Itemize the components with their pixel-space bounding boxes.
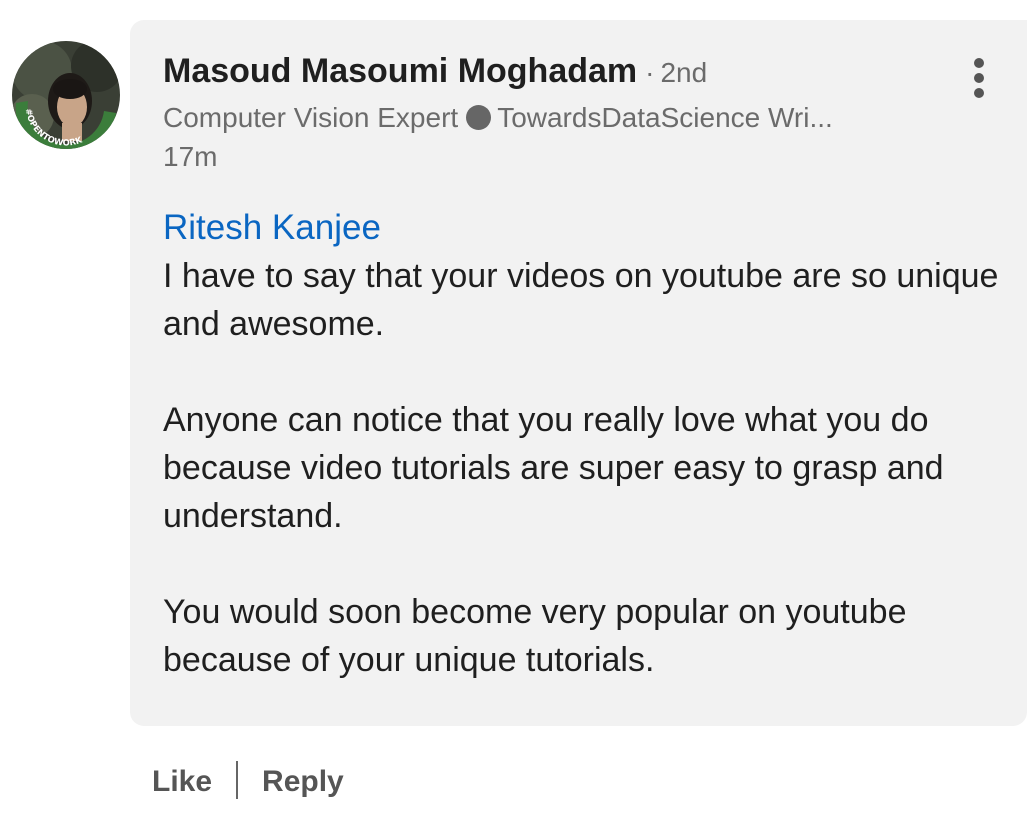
comment-screen: #OPENTOWORK Masoud Masoumi Moghadam · 2nd … — [0, 0, 1027, 826]
comment-bubble: Masoud Masoumi Moghadam · 2nd Computer Vis… — [130, 20, 1027, 726]
like-button[interactable]: Like — [152, 765, 212, 798]
comment-actions: Like Reply — [152, 758, 344, 806]
avatar-image: #OPENTOWORK — [12, 41, 120, 149]
timestamp: 17m — [163, 141, 218, 172]
comment-header: Masoud Masoumi Moghadam · 2nd Computer Vis… — [163, 50, 937, 176]
mention-link[interactable]: Ritesh Kanjee — [163, 204, 1003, 252]
comment-paragraph: I have to say that your videos on youtub… — [163, 257, 999, 343]
comment-body: Ritesh Kanjee I have to say that your vi… — [163, 204, 1003, 684]
headline-part-1: Computer Vision Expert — [163, 102, 459, 133]
avatar[interactable]: #OPENTOWORK — [12, 41, 120, 149]
headline-part-2: TowardsDataScience Wri... — [497, 102, 833, 133]
reply-button[interactable]: Reply — [262, 765, 344, 798]
author-name[interactable]: Masoud Masoumi Moghadam — [163, 52, 637, 90]
action-divider — [236, 761, 239, 799]
connection-degree: 2nd — [660, 57, 708, 88]
author-line: Masoud Masoumi Moghadam · 2nd — [163, 50, 937, 94]
menu-dot — [974, 58, 984, 68]
menu-dot — [974, 73, 984, 83]
more-vertical-icon[interactable] — [961, 56, 997, 100]
menu-dot — [974, 88, 984, 98]
comment-paragraph: Anyone can notice that you really love w… — [163, 401, 944, 535]
bullet-icon — [466, 105, 492, 130]
comment-paragraph: You would soon become very popular on yo… — [163, 593, 907, 679]
author-headline: Computer Vision Expert TowardsDataScience… — [163, 98, 923, 138]
separator-dot: · — [645, 57, 655, 88]
